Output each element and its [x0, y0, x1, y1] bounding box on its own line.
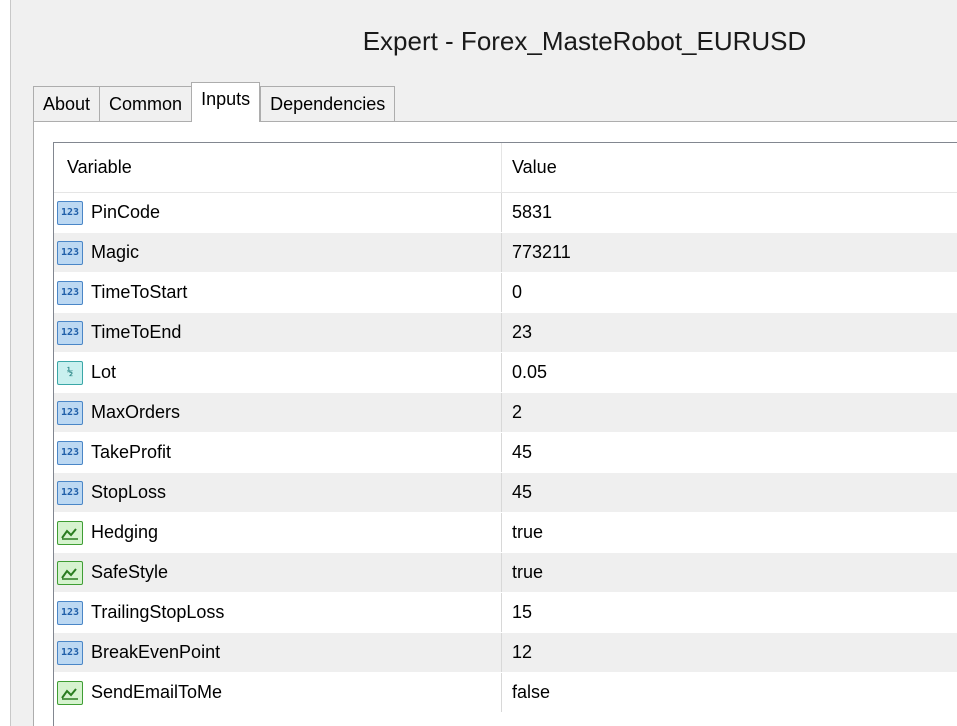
bool-type-icon	[57, 520, 83, 545]
column-header-variable[interactable]: Variable	[54, 143, 502, 192]
value-cell[interactable]: 5831	[502, 193, 957, 232]
value-cell[interactable]: 15	[502, 593, 957, 632]
column-header-value[interactable]: Value	[502, 143, 957, 192]
variable-name: StopLoss	[91, 482, 167, 502]
variable-cell: 123 TimeToStart	[54, 273, 502, 312]
value-cell[interactable]: 0	[502, 273, 957, 312]
variable-name: MaxOrders	[91, 402, 181, 422]
value-cell[interactable]: 45	[502, 473, 957, 512]
value-cell[interactable]: 45	[502, 433, 957, 472]
tab-common[interactable]: Common	[99, 86, 193, 122]
variable-name: BreakEvenPoint	[91, 642, 221, 662]
int-type-icon: 123	[57, 320, 83, 345]
table-row[interactable]: SafeStyle true	[54, 553, 957, 593]
variable-name: Magic	[91, 242, 140, 262]
table-row[interactable]: SendEmailToMe false	[54, 673, 957, 713]
variable-name: TimeToEnd	[91, 322, 182, 342]
value-cell[interactable]: true	[502, 553, 957, 592]
tab-about[interactable]: About	[33, 86, 101, 122]
tab-dependencies[interactable]: Dependencies	[260, 86, 396, 122]
table-row[interactable]: 123 TrailingStopLoss 15	[54, 593, 957, 633]
variable-name: SafeStyle	[91, 562, 169, 582]
value-cell[interactable]: 773211	[502, 233, 957, 272]
table-row[interactable]: 123 StopLoss 45	[54, 473, 957, 513]
int-type-icon: 123	[57, 640, 83, 665]
table-row[interactable]: 123 TimeToStart 0	[54, 273, 957, 313]
int-type-icon: 123	[57, 200, 83, 225]
variable-name: Lot	[91, 362, 117, 382]
value-cell[interactable]: 23	[502, 313, 957, 352]
expert-properties-dialog: Expert - Forex_MasteRobot_EURUSD About C…	[10, 0, 957, 726]
table-row[interactable]: 123 MaxOrders 2	[54, 393, 957, 433]
table-row[interactable]: 123 PinCode 5831	[54, 193, 957, 233]
table-row[interactable]: ½ Lot 0.05	[54, 353, 957, 393]
int-type-icon: 123	[57, 280, 83, 305]
variable-cell: Hedging	[54, 513, 502, 552]
int-type-icon: 123	[57, 600, 83, 625]
int-type-icon: 123	[57, 440, 83, 465]
variable-name: PinCode	[91, 202, 161, 222]
variable-cell: 123 MaxOrders	[54, 393, 502, 432]
tab-bar: About Common Inputs Dependencies	[33, 82, 396, 122]
bool-type-icon	[57, 680, 83, 705]
value-cell[interactable]: 2	[502, 393, 957, 432]
int-type-icon: 123	[57, 400, 83, 425]
bool-type-icon	[57, 560, 83, 585]
table-row[interactable]: Hedging true	[54, 513, 957, 553]
variable-cell: 123 Magic	[54, 233, 502, 272]
variable-cell: ½ Lot	[54, 353, 502, 392]
variable-name: TrailingStopLoss	[91, 602, 225, 622]
variable-cell: 123 TakeProfit	[54, 433, 502, 472]
inputs-panel: Variable Value 123 PinCode 5831 123 Magic 773…	[33, 121, 957, 726]
int-type-icon: 123	[57, 480, 83, 505]
variable-cell: 123 TimeToEnd	[54, 313, 502, 352]
table-row[interactable]: 123 Magic 773211	[54, 233, 957, 273]
variable-cell: 123 BreakEvenPoint	[54, 633, 502, 672]
double-type-icon: ½	[57, 360, 83, 385]
variable-name: SendEmailToMe	[91, 682, 223, 702]
table-row[interactable]: 123 TakeProfit 45	[54, 433, 957, 473]
table-body: 123 PinCode 5831 123 Magic 773211 123 TimeToSta…	[54, 193, 957, 713]
variable-cell: 123 PinCode	[54, 193, 502, 232]
variable-name: Hedging	[91, 522, 159, 542]
variable-cell: 123 StopLoss	[54, 473, 502, 512]
value-cell[interactable]: 0.05	[502, 353, 957, 392]
variable-name: TimeToStart	[91, 282, 188, 302]
table-header: Variable Value	[54, 143, 957, 193]
table-row[interactable]: 123 TimeToEnd 23	[54, 313, 957, 353]
tab-inputs[interactable]: Inputs	[191, 82, 261, 122]
variable-cell: SafeStyle	[54, 553, 502, 592]
window-title: Expert - Forex_MasteRobot_EURUSD	[362, 26, 807, 56]
variable-cell: SendEmailToMe	[54, 673, 502, 712]
inputs-table: Variable Value 123 PinCode 5831 123 Magic 773…	[53, 142, 957, 726]
value-cell[interactable]: true	[502, 513, 957, 552]
table-row[interactable]: 123 BreakEvenPoint 12	[54, 633, 957, 673]
variable-name: TakeProfit	[91, 442, 172, 462]
value-cell[interactable]: false	[502, 673, 957, 712]
variable-cell: 123 TrailingStopLoss	[54, 593, 502, 632]
value-cell[interactable]: 12	[502, 633, 957, 672]
int-type-icon: 123	[57, 240, 83, 265]
